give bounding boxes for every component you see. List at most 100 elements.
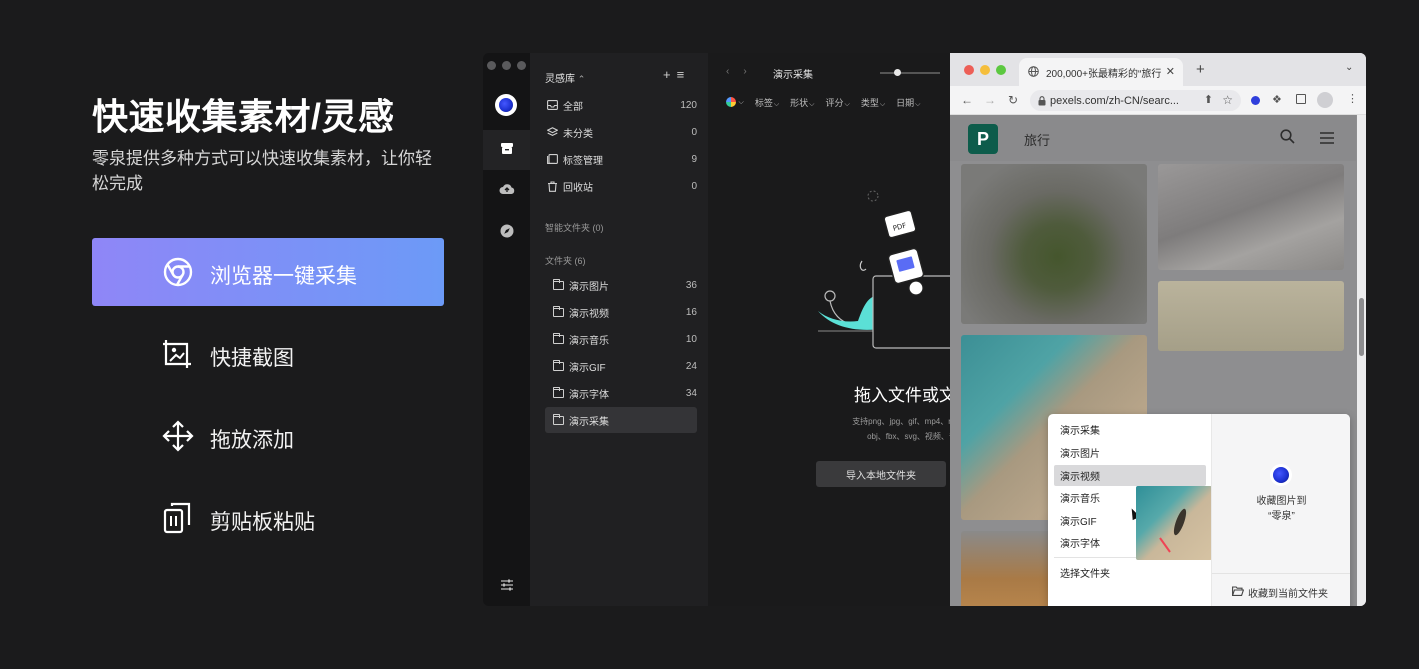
profile-avatar[interactable] <box>1317 92 1333 108</box>
collect-text-line: “零泉” <box>1268 511 1295 522</box>
folders-header[interactable]: 文件夹 (6) <box>545 254 586 267</box>
chevron-down-icon: ⌵ <box>844 101 850 108</box>
sidebar-item-uncategorized[interactable]: 未分类 0 <box>545 120 697 144</box>
share-icon[interactable]: ⬆ <box>1204 93 1213 106</box>
sidebar-item-all[interactable]: 全部 120 <box>545 93 697 117</box>
history-nav: ‹ › <box>726 66 747 77</box>
method-screenshot[interactable]: 快捷截图 <box>92 320 444 388</box>
window-controls[interactable] <box>487 61 526 70</box>
popup-footer-divider <box>1212 573 1350 574</box>
back-icon[interactable]: ← <box>961 93 973 107</box>
back-arrow-icon[interactable]: ‹ <box>726 66 729 77</box>
folder-item[interactable]: 演示字体 34 <box>545 381 697 405</box>
import-folder-button[interactable]: 导入本地文件夹 <box>816 461 946 487</box>
folder-label: 演示采集 <box>569 416 609 428</box>
extension-logo-icon[interactable] <box>1251 96 1260 105</box>
folder-item[interactable]: 演示GIF 24 <box>545 354 697 378</box>
site-search-input[interactable]: 旅行 <box>1024 130 1050 149</box>
app-logo <box>495 94 517 116</box>
rail-discover-button[interactable] <box>483 213 530 253</box>
sidebar-actions[interactable]: +≡ <box>663 67 690 82</box>
folder-open-icon <box>1231 586 1245 599</box>
hamburger-menu-icon[interactable] <box>1320 131 1334 149</box>
page-scrollbar[interactable] <box>1357 115 1366 606</box>
folder-icon <box>551 278 565 290</box>
folder-item[interactable]: 演示视频 16 <box>545 300 697 324</box>
minimize-window-button[interactable] <box>980 65 990 75</box>
popup-folder-option[interactable]: 演示采集 <box>1054 419 1206 440</box>
sidebar-item-label: 标签管理 <box>563 155 603 167</box>
popup-folder-option-highlighted[interactable]: 演示视频 <box>1054 465 1206 486</box>
folder-icon <box>551 413 565 425</box>
filter-tags[interactable]: 标签⌵ <box>755 96 779 109</box>
star-icon[interactable]: ☆ <box>1222 93 1233 107</box>
method-browser-collect[interactable]: 浏览器一键采集 <box>92 238 444 306</box>
library-switcher[interactable]: 灵感库 ⌃ <box>545 70 585 85</box>
sidebar-item-trash[interactable]: 回收站 0 <box>545 174 697 198</box>
chevron-updown-icon: ⌃ <box>577 74 586 84</box>
choose-folder-option[interactable]: 选择文件夹 <box>1054 562 1206 583</box>
trash-icon <box>545 180 559 192</box>
rail-cloud-button[interactable] <box>483 171 530 211</box>
save-current-label: 收藏到当前文件夹 <box>1248 589 1328 600</box>
sidebar-item-tags[interactable]: 标签管理 9 <box>545 147 697 171</box>
tab-title: 200,000+张最精彩的“旅行”图片 <box>1046 68 1161 80</box>
chevron-down-icon: ⌵ <box>738 99 744 106</box>
box-icon <box>500 141 514 160</box>
dragged-image-preview <box>1136 486 1212 560</box>
drop-hint-line: obj、fbx、svg、视频、音 <box>867 432 950 441</box>
new-tab-button[interactable]: + <box>1196 61 1205 78</box>
folder-picker-list: 演示采集 演示图片 演示视频 演示音乐 演示GIF 演示字体 选择文件夹 <box>1048 414 1212 606</box>
menu-kebab-icon[interactable]: ⋮ <box>1347 92 1358 105</box>
folder-label: 演示图片 <box>569 281 609 293</box>
chevron-down-icon: ⌵ <box>915 101 921 108</box>
folder-label: 演示视频 <box>569 308 609 320</box>
folder-item[interactable]: 演示音乐 10 <box>545 327 697 351</box>
folder-item[interactable]: 演示图片 36 <box>545 273 697 297</box>
sliders-icon <box>500 578 514 596</box>
filter-rating[interactable]: 评分⌵ <box>825 96 849 109</box>
address-bar[interactable]: pexels.com/zh-CN/searc... ⬆ ☆ <box>1030 90 1241 111</box>
sidebar-item-label: 全部 <box>563 101 583 113</box>
forward-icon[interactable]: → <box>984 93 996 107</box>
thumbnail-size-slider[interactable] <box>880 69 940 76</box>
maximize-window-button[interactable] <box>996 65 1006 75</box>
tab-search-icon[interactable]: ⌄ <box>1345 62 1353 73</box>
sidepanel-icon[interactable] <box>1296 94 1306 104</box>
folder-item-selected[interactable]: 演示采集 <box>545 407 697 433</box>
forward-arrow-icon[interactable]: › <box>743 66 746 77</box>
popup-collect-panel: 收藏图片到 “零泉” 收藏到当前文件夹 <box>1211 414 1350 606</box>
save-to-current-folder-button[interactable]: 收藏到当前文件夹 <box>1231 585 1328 600</box>
filter-shape[interactable]: 形状⌵ <box>790 96 814 109</box>
chevron-down-icon: ⌵ <box>879 101 886 108</box>
browser-tabbar: 200,000+张最精彩的“旅行”图片 ✕ + ⌄ <box>950 53 1366 86</box>
filter-type[interactable]: 类型⌵ <box>861 96 885 109</box>
rail-library-button[interactable] <box>483 130 530 170</box>
chevron-down-icon: ⌵ <box>809 101 815 108</box>
search-icon[interactable] <box>1280 129 1295 149</box>
collect-to-app-text: 收藏图片到 “零泉” <box>1212 494 1350 524</box>
close-window-button[interactable] <box>964 65 974 75</box>
photo-aerial-rocks[interactable] <box>1158 164 1344 270</box>
browser-window: 200,000+张最精彩的“旅行”图片 ✕ + ⌄ ← → ↻ pexels.c… <box>950 53 1366 606</box>
browser-tab[interactable]: 200,000+张最精彩的“旅行”图片 ✕ <box>1019 58 1183 86</box>
reload-icon[interactable]: ↻ <box>1008 93 1018 107</box>
method-drag-drop[interactable]: 拖放添加 <box>92 402 444 470</box>
puzzle-icon[interactable]: ❖ <box>1272 93 1282 106</box>
color-filter[interactable]: ⌵ <box>726 96 744 109</box>
photo-aerial-lagoon[interactable] <box>961 164 1147 324</box>
browser-toolbar: ← → ↻ pexels.com/zh-CN/searc... ⬆ ☆ ❖ ⋮ <box>950 86 1366 115</box>
color-wheel-icon <box>726 96 736 107</box>
method-clipboard[interactable]: 剪贴板粘贴 <box>92 484 444 552</box>
pexels-logo[interactable]: P <box>968 124 998 154</box>
popup-folder-option[interactable]: 演示图片 <box>1054 442 1206 463</box>
rail-settings-button[interactable] <box>483 567 530 606</box>
drop-zone-title: 拖入文件或文 <box>854 386 950 405</box>
scrollbar-thumb[interactable] <box>1359 298 1364 356</box>
folder-title: 演示采集 <box>773 70 813 81</box>
smart-folders-header[interactable]: 智能文件夹 (0) <box>545 221 604 234</box>
photo-glass-grid[interactable] <box>1158 281 1344 351</box>
close-tab-icon[interactable]: ✕ <box>1166 65 1175 78</box>
method-label: 快捷截图 <box>210 347 294 370</box>
filter-date[interactable]: 日期⌵ <box>896 96 920 109</box>
